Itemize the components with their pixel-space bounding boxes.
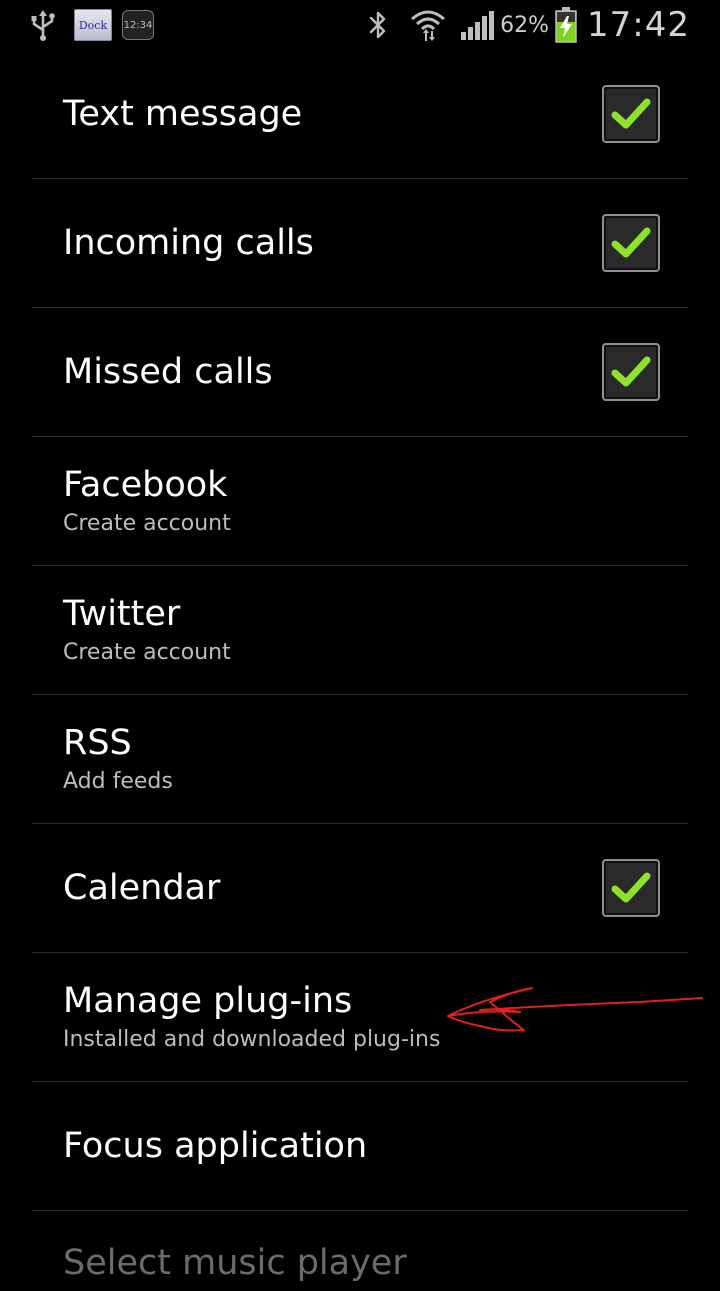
setting-title: Twitter <box>63 594 181 634</box>
setting-title: Manage plug-ins <box>63 981 353 1021</box>
checkmark-icon <box>611 356 651 387</box>
annotation-arrow-icon <box>447 987 703 1032</box>
battery-percentage: 62% <box>500 12 550 38</box>
setting-incoming-calls[interactable]: Incoming calls <box>32 179 688 308</box>
setting-summary: Create account <box>63 511 231 536</box>
clock-notification-icon: 12:34 <box>122 10 154 40</box>
setting-calendar[interactable]: Calendar <box>32 824 688 953</box>
setting-facebook[interactable]: Facebook Create account <box>32 437 688 566</box>
checkmark-icon <box>611 98 651 129</box>
setting-summary: Installed and downloaded plug-ins <box>63 1027 441 1052</box>
calendar-checkbox[interactable] <box>602 859 660 917</box>
setting-title: Facebook <box>63 465 228 505</box>
setting-missed-calls[interactable]: Missed calls <box>32 308 688 437</box>
setting-title: Missed calls <box>63 352 273 392</box>
bluetooth-icon <box>368 9 388 41</box>
missed-calls-checkbox[interactable] <box>602 343 660 401</box>
setting-title: Calendar <box>63 868 221 908</box>
setting-select-music-player[interactable]: Select music player <box>32 1211 688 1291</box>
incoming-calls-checkbox[interactable] <box>602 214 660 272</box>
setting-title: Incoming calls <box>63 223 314 263</box>
setting-title: Select music player <box>63 1243 407 1283</box>
checkmark-icon <box>611 227 651 258</box>
wifi-icon <box>410 7 446 43</box>
setting-title: Text message <box>63 94 303 134</box>
usb-icon <box>26 8 60 42</box>
status-time: 17:42 <box>587 5 690 45</box>
setting-title: Focus application <box>63 1126 368 1166</box>
dock-notification-icon: Dock <box>74 9 112 41</box>
text-message-checkbox[interactable] <box>602 85 660 143</box>
setting-text-message[interactable]: Text message <box>32 50 688 179</box>
checkmark-icon <box>611 872 651 903</box>
settings-list: Text message Incoming calls Missed calls… <box>0 50 720 1291</box>
setting-title: RSS <box>63 723 132 763</box>
setting-summary: Add feeds <box>63 769 173 794</box>
status-bar: Dock 12:34 62% 17:42 <box>0 0 720 50</box>
setting-twitter[interactable]: Twitter Create account <box>32 566 688 695</box>
setting-rss[interactable]: RSS Add feeds <box>32 695 688 824</box>
battery-charging-icon <box>555 7 577 43</box>
setting-summary: Create account <box>63 640 231 665</box>
signal-strength-icon <box>460 10 496 40</box>
setting-focus-application[interactable]: Focus application <box>32 1082 688 1211</box>
